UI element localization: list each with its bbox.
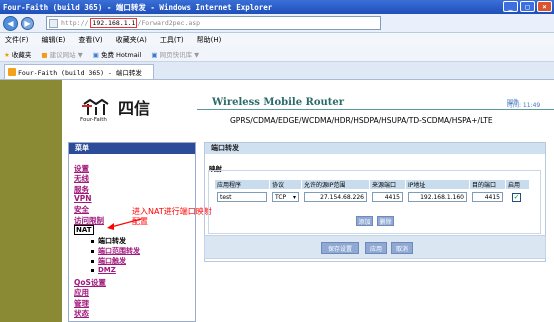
enabled-checkbox[interactable]: ✓ bbox=[512, 192, 521, 202]
col-protocol: 协议 bbox=[269, 179, 302, 190]
router-subtitle: GPRS/CDMA/EDGE/WCDMA/HDR/HSDPA/HSUPA/TD-… bbox=[230, 116, 493, 125]
save-settings-button[interactable]: 保存设置 bbox=[321, 242, 359, 254]
sidebar-item-security[interactable]: 安全 bbox=[74, 204, 89, 215]
favorites-button[interactable]: ★ 收藏夹 bbox=[4, 49, 31, 59]
sidebar-item-nat[interactable]: NAT bbox=[74, 225, 94, 235]
tab-icon bbox=[8, 68, 16, 76]
remove-button[interactable]: 删除 bbox=[377, 216, 394, 226]
table-row: test TCP ▾ 27.154.68.226 4415 192.168.1.1… bbox=[214, 189, 530, 205]
browser-tab[interactable]: Four-Faith (build 365) - 端口转发 bbox=[4, 64, 154, 79]
col-source-ip: 允许的源IP范围 bbox=[301, 179, 370, 190]
page-icon: ▣ bbox=[92, 50, 99, 59]
col-dest-port: 目的端口 bbox=[469, 179, 506, 190]
svg-text:四信: 四信 bbox=[118, 99, 150, 118]
add-button[interactable]: 添加 bbox=[356, 216, 373, 226]
menu-favorites[interactable]: 收藏夹(A) bbox=[116, 35, 147, 45]
action-bar: 保存设置 应用 取消 bbox=[204, 235, 546, 259]
logo-text: Four-Faith bbox=[80, 117, 107, 123]
app-name-input[interactable]: test bbox=[217, 192, 267, 202]
sidebar-sub-port-forward[interactable]: 端口转发 bbox=[91, 236, 126, 246]
table-header-row: 应用程序 协议 允许的源IP范围 来源端口 IP地址 目的端口 启用 bbox=[214, 179, 530, 190]
brand-logo: 四信 Four-Faith bbox=[80, 98, 165, 126]
protocol-select[interactable]: TCP ▾ bbox=[272, 192, 299, 202]
sidebar-sub-dmz[interactable]: DMZ bbox=[91, 266, 116, 274]
page-content: 四信 Four-Faith Wireless Mobile Router GPR… bbox=[62, 80, 554, 322]
menu-file[interactable]: 文件(F) bbox=[5, 35, 29, 45]
sidebar-item-status[interactable]: 状态 bbox=[74, 308, 89, 319]
col-source-port: 来源端口 bbox=[369, 179, 406, 190]
sidebar-sub-port-trigger[interactable]: 端口触发 bbox=[91, 256, 126, 266]
left-decoration bbox=[0, 80, 62, 322]
sidebar-sub-port-range-forward[interactable]: 端口范围转发 bbox=[91, 246, 140, 256]
dest-port-input[interactable]: 4415 bbox=[472, 192, 503, 202]
sidebar-item-wireless[interactable]: 无线 bbox=[74, 173, 89, 184]
sidebar-item-vpn[interactable]: VPN bbox=[74, 194, 92, 203]
sidebar-menu: 菜单 设置 无线 服务 VPN 安全 访问限制 NAT 端口转发 端口范围转发 … bbox=[68, 142, 196, 322]
panel-heading: 端口转发 bbox=[205, 143, 545, 154]
tab-bar: Four-Faith (build 365) - 端口转发 bbox=[0, 62, 554, 80]
apply-button[interactable]: 应用 bbox=[365, 242, 387, 254]
menu-tools[interactable]: 工具(T) bbox=[160, 35, 184, 45]
minimize-button[interactable]: _ bbox=[503, 1, 518, 12]
menu-help[interactable]: 帮助(H) bbox=[197, 35, 222, 45]
star-icon: ★ bbox=[4, 50, 10, 59]
time-label: 时间: 11:49 bbox=[507, 102, 541, 109]
window-title: Four-Faith (build 365) - 端口转发 - Windows … bbox=[3, 2, 273, 12]
sidebar-heading: 菜单 bbox=[69, 143, 195, 154]
col-application: 应用程序 bbox=[214, 179, 270, 190]
chevron-down-icon: ▾ bbox=[292, 194, 296, 201]
back-button[interactable]: ◀ bbox=[3, 15, 18, 31]
page-icon: ▣ bbox=[151, 50, 158, 59]
tab-label: Four-Faith (build 365) - 端口转发 bbox=[18, 69, 142, 77]
window-controls: _ □ × bbox=[503, 1, 552, 12]
cancel-button[interactable]: 取消 bbox=[391, 242, 413, 254]
forward-table: 应用程序 协议 允许的源IP范围 来源端口 IP地址 目的端口 启用 test … bbox=[214, 179, 530, 205]
annotation-text: 进入NAT进行端口映射配置 bbox=[132, 207, 212, 226]
col-enabled: 启用 bbox=[505, 179, 530, 190]
orange-icon: ■ bbox=[41, 50, 48, 59]
header-divider bbox=[197, 109, 554, 110]
sidebar-item-applications[interactable]: 应用 bbox=[74, 287, 89, 298]
web-slice-gallery[interactable]: ▣ 网页快讯库 ▼ bbox=[151, 49, 199, 59]
logo-mark-icon: 四信 bbox=[82, 98, 150, 118]
maximize-button[interactable]: □ bbox=[520, 1, 535, 12]
page-icon bbox=[49, 19, 58, 28]
source-port-input[interactable]: 4415 bbox=[372, 192, 403, 202]
address-host: 192.168.1.1 bbox=[90, 18, 138, 28]
col-ip-address: IP地址 bbox=[405, 179, 470, 190]
address-bar-row: ◀ ▶ http:// 192.168.1.1 /Forward2pec.asp bbox=[0, 14, 554, 33]
hotmail-link[interactable]: ▣ 免费 Hotmail bbox=[93, 49, 142, 59]
source-ip-input[interactable]: 27.154.68.226 bbox=[304, 192, 367, 202]
forward-button[interactable]: ▶ bbox=[21, 16, 34, 30]
suggested-sites[interactable]: ■ 建议网站 ▼ bbox=[41, 49, 82, 59]
window-titlebar: Four-Faith (build 365) - 端口转发 - Windows … bbox=[0, 0, 554, 14]
menu-edit[interactable]: 编辑(E) bbox=[42, 35, 66, 45]
menu-bar: 文件(F) 编辑(E) 查看(V) 收藏夹(A) 工具(T) 帮助(H) bbox=[0, 33, 554, 46]
ip-address-input[interactable]: 192.168.1.160 bbox=[408, 192, 467, 202]
favorites-bar: ★ 收藏夹 ■ 建议网站 ▼ ▣ 免费 Hotmail ▣ 网页快讯库 ▼ bbox=[0, 46, 554, 62]
address-path: /Forward2pec.asp bbox=[137, 19, 201, 27]
router-title: Wireless Mobile Router bbox=[212, 97, 345, 108]
mapping-frame: 应用程序 协议 允许的源IP范围 来源端口 IP地址 目的端口 启用 test … bbox=[208, 170, 541, 234]
address-input[interactable]: http:// 192.168.1.1 /Forward2pec.asp bbox=[46, 16, 381, 30]
close-button[interactable]: × bbox=[537, 1, 552, 12]
menu-view[interactable]: 查看(V) bbox=[78, 35, 102, 45]
